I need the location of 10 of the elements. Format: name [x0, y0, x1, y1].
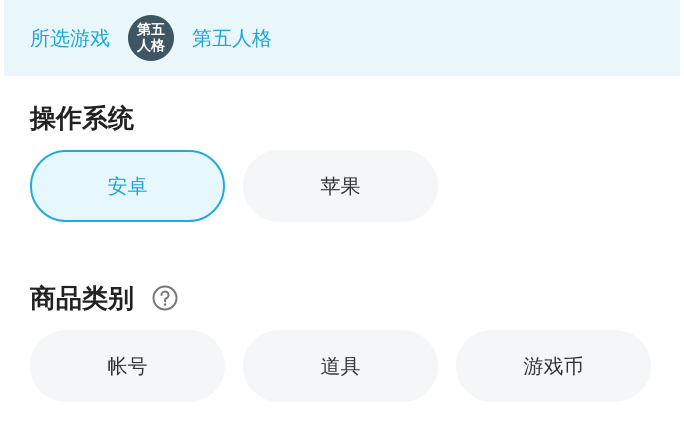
game-icon: 第五人格 [128, 15, 174, 61]
option-button[interactable]: 帐号 [30, 330, 225, 402]
selected-game-label: 所选游戏 [30, 24, 110, 52]
option-button[interactable]: 游戏币 [456, 330, 651, 402]
option-button[interactable]: 苹果 [243, 150, 438, 222]
option-button[interactable]: 道具 [243, 330, 438, 402]
game-name: 第五人格 [192, 24, 272, 52]
section-title: 操作系统 [30, 102, 134, 136]
help-icon[interactable] [152, 285, 178, 311]
section-title: 商品类别 [30, 282, 134, 316]
